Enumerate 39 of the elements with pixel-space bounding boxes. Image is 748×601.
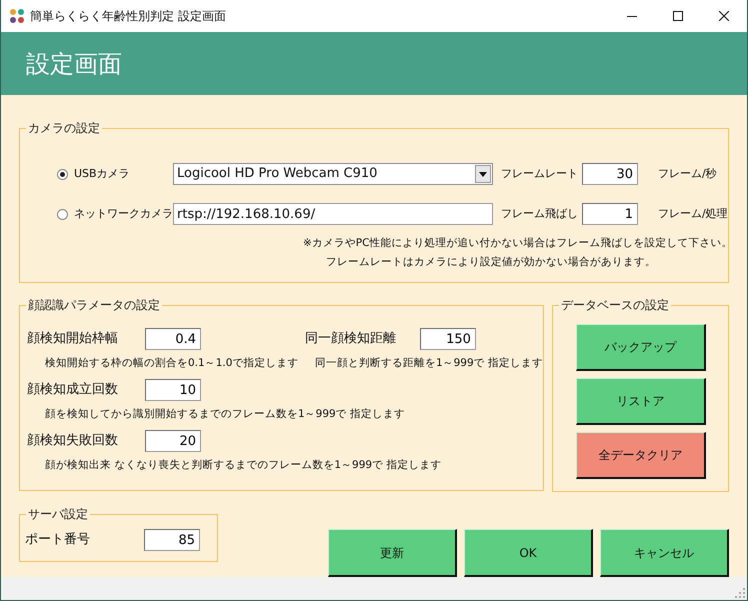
setting-label: フレーム飛ばし — [501, 206, 579, 222]
camera-note: フレームレートはカメラにより設定値が効かない場合があります。 — [325, 255, 657, 270]
setting-label: フレームレート — [501, 166, 579, 182]
number-field[interactable]: 1 — [582, 203, 638, 225]
group-legend: カメラの設定 — [26, 120, 102, 136]
number-field[interactable]: 10 — [145, 379, 201, 401]
window-title: 簡単らくらく年齢性別判定 設定画面 — [30, 8, 226, 25]
camera-dropdown[interactable]: Logicool HD Pro Webcam C910 — [173, 163, 493, 185]
param-label: 顔検知成立回数 — [27, 381, 119, 400]
port-label: ポート番号 — [25, 531, 91, 550]
number-field[interactable]: 0.4 — [145, 328, 201, 350]
setting-unit: フレーム/秒 — [658, 166, 717, 182]
param-hint: 同一顔と判断する距離を1～999で 指定します — [314, 356, 543, 371]
group-legend: サーバ設定 — [26, 506, 90, 522]
param-label: 同一顔検知距離 — [304, 330, 397, 348]
param-hint: 顔が検知出来 なくなり喪失と判断するまでのフレーム数を1～999で 指定します — [44, 458, 442, 473]
number-field[interactable]: 30 — [582, 163, 638, 185]
action-button[interactable]: キャンセル — [600, 529, 729, 577]
group-legend: データベースの設定 — [559, 297, 671, 313]
param-hint: 顔を検知してから識別開始するまでのフレーム数を1～999で 指定します — [44, 407, 406, 422]
param-label: 顔検知失敗回数 — [27, 432, 119, 450]
group-legend: 顔認識パラメータの設定 — [26, 297, 162, 313]
param-label: 顔検知開始枠幅 — [27, 330, 119, 348]
page-title: 設定画面 — [26, 48, 122, 80]
camera-note: ※カメラやPC性能により処理が追い付かない場合はフレーム飛ばしを設定して下さい。 — [303, 236, 728, 251]
action-button[interactable]: OK — [464, 529, 593, 577]
action-button[interactable]: バックアップ — [576, 324, 706, 371]
number-field[interactable]: 20 — [145, 430, 201, 452]
action-button[interactable]: 全データクリア — [576, 432, 706, 479]
setting-unit: フレーム/処理 — [658, 206, 728, 222]
action-button[interactable]: リストア — [576, 378, 706, 425]
url-field[interactable]: rtsp://192.168.10.69/ — [173, 203, 493, 225]
param-hint: 検知開始する枠の幅の割合を0.1～1.0で指定します — [44, 356, 300, 371]
radio-label: USBカメラ — [74, 166, 131, 182]
action-button[interactable]: 更新 — [328, 529, 457, 577]
number-field[interactable]: 85 — [144, 529, 200, 551]
radio-label: ネットワークカメラ — [74, 206, 173, 222]
number-field[interactable]: 150 — [420, 328, 476, 350]
dropdown-value: Logicool HD Pro Webcam C910 — [176, 165, 378, 184]
